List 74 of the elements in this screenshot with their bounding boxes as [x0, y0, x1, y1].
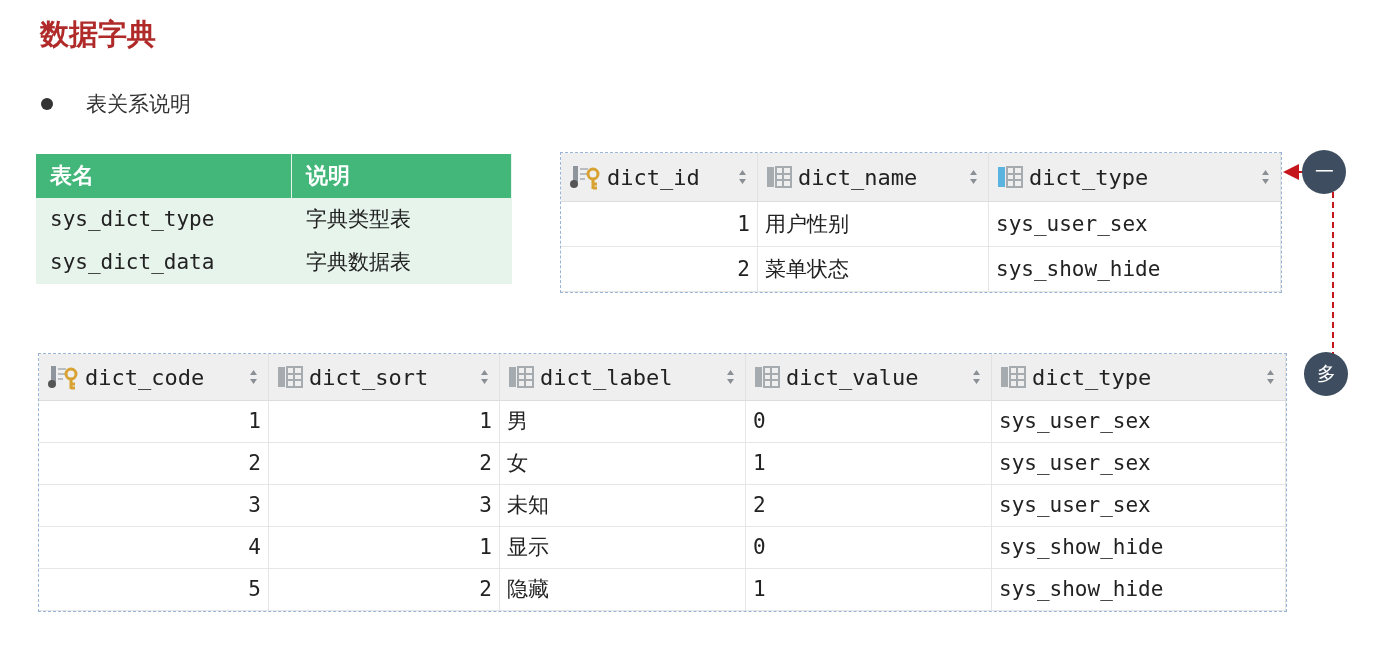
sort-icon: [1261, 169, 1270, 185]
table-cell: 女: [500, 443, 746, 485]
table-cell: 1: [561, 202, 758, 247]
table-cell: 2: [269, 569, 500, 611]
table-cell: 1: [746, 443, 992, 485]
table-cell: sys_show_hide: [992, 527, 1286, 569]
sort-icon: [480, 369, 489, 385]
primary-key-icon: [47, 364, 79, 390]
table-cell: sys_show_hide: [989, 247, 1281, 292]
table-cell: 未知: [500, 485, 746, 527]
table-cell: 4: [39, 527, 269, 569]
table-column-icon: [997, 166, 1023, 188]
table-cell: 字典数据表: [292, 241, 512, 284]
table-cell: 2: [269, 443, 500, 485]
column-header[interactable]: dict_code: [39, 354, 269, 401]
table-column-icon: [1000, 366, 1026, 388]
many-badge: 多: [1304, 352, 1348, 396]
sort-icon: [726, 369, 735, 385]
column-header[interactable]: dict_value: [746, 354, 992, 401]
table-cell: 3: [39, 485, 269, 527]
table-cell: sys_dict_data: [36, 241, 292, 284]
slide-title: 数据字典: [38, 16, 156, 52]
table-cell: 1: [39, 401, 269, 443]
table-cell: 1: [746, 569, 992, 611]
table-cell: 2: [746, 485, 992, 527]
table-cell: sys_user_sex: [989, 202, 1281, 247]
table-cell: 用户性别: [758, 202, 989, 247]
one-badge: 一: [1302, 150, 1346, 194]
table-cell: 2: [39, 443, 269, 485]
table-cell: 2: [561, 247, 758, 292]
sort-icon: [972, 369, 981, 385]
column-header[interactable]: dict_name: [758, 153, 989, 202]
table-cell: 菜单状态: [758, 247, 989, 292]
table-cell: 0: [746, 401, 992, 443]
table-cell: 5: [39, 569, 269, 611]
column-name: dict_code: [85, 364, 206, 390]
table-cell: 隐藏: [500, 569, 746, 611]
table-column-icon: [277, 366, 303, 388]
bullet-icon: [41, 98, 53, 110]
column-name: dict_sort: [309, 364, 430, 390]
table-column-icon: [754, 366, 780, 388]
sort-icon: [969, 169, 978, 185]
table-cell: sys_dict_type: [36, 198, 292, 241]
table-cell: 字典类型表: [292, 198, 512, 241]
column-header[interactable]: dict_label: [500, 354, 746, 401]
column-name: dict_value: [786, 364, 920, 390]
column-name: dict_id: [607, 164, 701, 190]
column-name: dict_type: [1029, 164, 1150, 190]
table-header-cell: 表名: [36, 154, 292, 198]
table-cell: sys_user_sex: [992, 485, 1286, 527]
table-cell: 1: [269, 527, 500, 569]
sort-icon: [738, 169, 747, 185]
column-header[interactable]: dict_id: [561, 153, 758, 202]
table-cell: 0: [746, 527, 992, 569]
bullet-text: 表关系说明: [86, 91, 191, 118]
table-cell: 3: [269, 485, 500, 527]
table-cell: sys_user_sex: [992, 401, 1286, 443]
table-cell: 1: [269, 401, 500, 443]
table-cell: 男: [500, 401, 746, 443]
column-name: dict_label: [540, 364, 674, 390]
sort-icon: [1266, 369, 1275, 385]
column-header[interactable]: dict_sort: [269, 354, 500, 401]
sort-icon: [249, 369, 258, 385]
column-header[interactable]: dict_type: [989, 153, 1281, 202]
table-cell: 显示: [500, 527, 746, 569]
column-header[interactable]: dict_type: [992, 354, 1286, 401]
primary-key-icon: [569, 164, 601, 190]
column-name: dict_type: [1032, 364, 1153, 390]
column-name: dict_name: [798, 164, 919, 190]
table-column-icon: [766, 166, 792, 188]
table-cell: sys_show_hide: [992, 569, 1286, 611]
table-cell: sys_user_sex: [992, 443, 1286, 485]
table-column-icon: [508, 366, 534, 388]
table-header-cell: 说明: [292, 154, 512, 198]
